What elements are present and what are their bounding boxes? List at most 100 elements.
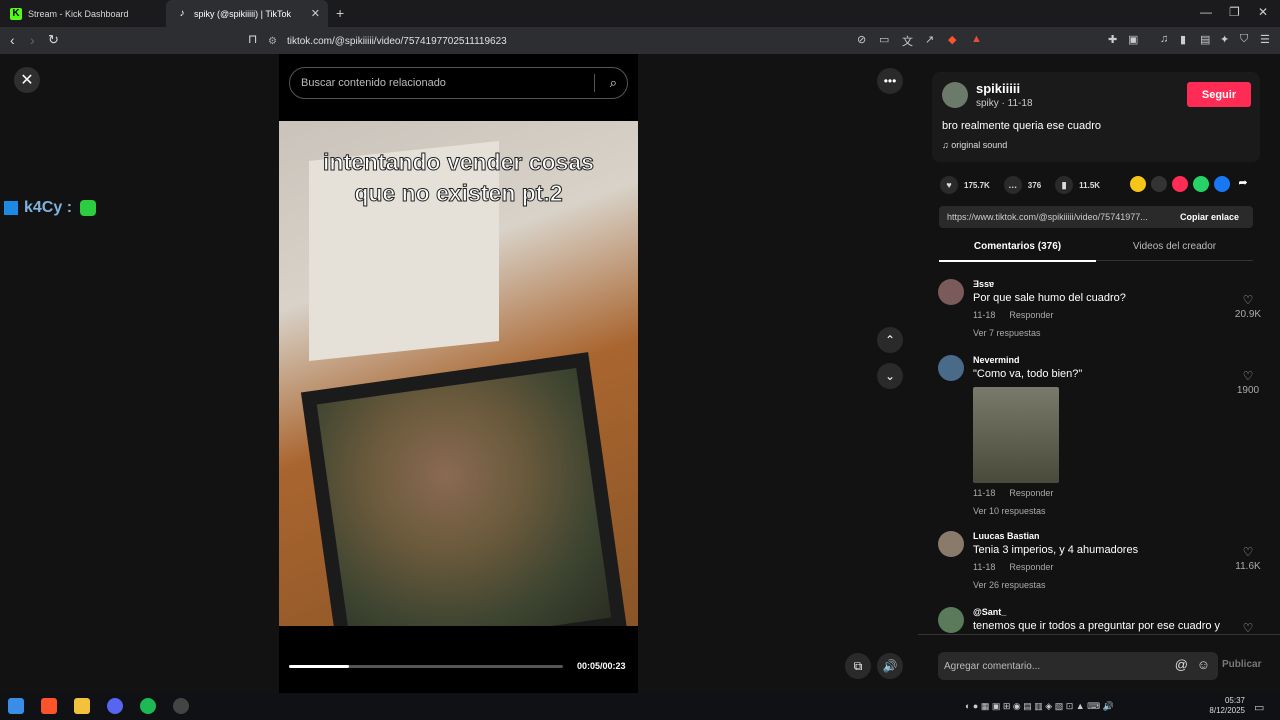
back-icon[interactable]: ‹	[10, 32, 15, 48]
media-icon[interactable]: ♫	[1160, 33, 1168, 45]
window-close-icon[interactable]: ✕	[1258, 5, 1268, 19]
save-button[interactable]: ▮ 11.5K	[1055, 176, 1100, 194]
close-tab-icon[interactable]: ✕	[311, 7, 320, 20]
whatsapp-icon[interactable]	[1193, 176, 1209, 192]
reload-icon[interactable]: ↻	[48, 32, 59, 48]
notifications-icon[interactable]: ▭	[1254, 701, 1264, 714]
close-video-button[interactable]: ✕	[14, 67, 40, 93]
extensions-icon[interactable]: ✚	[1108, 33, 1117, 46]
comment-item: Ǝssɐ Por que sale humo del cuadro? 11-18…	[938, 279, 1268, 339]
commenter-name[interactable]: Ǝssɐ	[973, 279, 994, 289]
comment-button[interactable]: … 376	[1003, 176, 1041, 194]
comment-input[interactable]: Agregar comentario... @ ☺	[938, 652, 1218, 680]
minimize-icon[interactable]: —	[1200, 5, 1212, 19]
copy-link-button[interactable]: Copiar enlace	[1174, 212, 1239, 222]
embed-icon[interactable]	[1151, 176, 1167, 192]
emoji-icon[interactable]: ☺	[1197, 657, 1210, 672]
tab-comments[interactable]: Comentarios (376)	[939, 241, 1096, 262]
comment-list: Ǝssɐ Por que sale humo del cuadro? 11-18…	[918, 269, 1280, 634]
stats-row: ♥ 175.7K … 376 ▮ 11.5K	[940, 176, 1114, 194]
search-input[interactable]: Buscar contenido relacionado ⌕	[289, 67, 628, 99]
follow-button[interactable]: Seguir	[1187, 82, 1251, 107]
reply-button[interactable]: Responder	[1009, 488, 1053, 498]
start-icon[interactable]	[8, 698, 24, 714]
comment-item: Nevermind "Como va, todo bien?" 11-18 Res…	[938, 355, 1268, 516]
publish-button[interactable]: Publicar	[1222, 659, 1261, 670]
wallet-icon[interactable]: ▤	[1200, 33, 1210, 46]
discord-app-icon[interactable]	[107, 698, 123, 714]
comment-image[interactable]	[973, 387, 1059, 483]
repost-icon[interactable]	[1130, 176, 1146, 192]
commenter-name[interactable]: @Sant_	[973, 607, 1006, 617]
tab-label: Stream - Kick Dashboard	[28, 8, 129, 19]
more-share-icon[interactable]: ➦	[1235, 176, 1251, 192]
screenshot-icon[interactable]: ▣	[1128, 33, 1138, 46]
video-player[interactable]: intentando vender cosas que no existen p…	[279, 121, 638, 626]
forward-icon[interactable]: ›	[30, 32, 35, 48]
right-panel: spikiiiii spiky · 11-18 Seguir bro realm…	[918, 54, 1280, 693]
commenter-avatar[interactable]	[938, 355, 964, 381]
reply-button[interactable]: Responder	[1009, 562, 1053, 572]
taskbar: ◐ ● ▦ ▣ ⊞ ◉ ▤ ▥ ◈ ▧ ⊡ ▲ ⌨ 🔊 05:37 8/12/2…	[0, 693, 1280, 720]
brave-app-icon[interactable]	[41, 698, 57, 714]
file-explorer-icon[interactable]	[74, 698, 90, 714]
commenter-avatar[interactable]	[938, 531, 964, 557]
creator-username[interactable]: spikiiiii	[976, 81, 1020, 96]
cast-icon[interactable]: ▭	[879, 33, 889, 46]
sidebar-icon[interactable]: ▮	[1180, 33, 1186, 46]
comment-date: 11-18	[973, 310, 996, 320]
facebook-icon[interactable]	[1214, 176, 1230, 192]
comment-like[interactable]: ♡ 11.6K	[1228, 545, 1268, 572]
comment-like[interactable]: ♡ 20.9K	[1228, 293, 1268, 320]
menu-icon[interactable]: ☰	[1260, 33, 1270, 46]
restore-icon[interactable]: ❐	[1229, 5, 1240, 19]
comment-placeholder: Agregar comentario...	[944, 660, 1041, 672]
next-video-button[interactable]: ⌄	[877, 363, 903, 389]
previous-video-button[interactable]: ⌃	[877, 327, 903, 353]
progress-bar[interactable]	[289, 665, 563, 668]
tab-tiktok[interactable]: ♪ spiky (@spikiiiii) | TikTok ✕	[166, 0, 328, 27]
new-tab-icon[interactable]: +	[336, 5, 344, 21]
mention-icon[interactable]: @	[1175, 657, 1188, 672]
like-button[interactable]: ♥ 175.7K	[940, 176, 990, 194]
creator-avatar[interactable]	[942, 82, 968, 108]
tab-kick-dashboard[interactable]: K Stream - Kick Dashboard	[0, 0, 165, 27]
send-icon[interactable]	[1172, 176, 1188, 192]
sound-link[interactable]: ♫ original sound	[942, 140, 1007, 150]
url-text: tiktok.com/@spikiiiii/video/757419770251…	[286, 35, 507, 47]
commenter-name[interactable]: Luucas Bastian	[973, 531, 1040, 541]
bookmark-icon: ▮	[1055, 176, 1074, 194]
brave-shield-icon[interactable]: ◆	[948, 33, 956, 46]
view-replies-button[interactable]: Ver 26 respuestas	[973, 580, 1046, 590]
system-clock[interactable]: 05:37 8/12/2025	[1199, 696, 1245, 716]
commenter-avatar[interactable]	[938, 279, 964, 305]
vpn-icon[interactable]: ⛉	[1240, 33, 1248, 46]
panel-tabs: Comentarios (376) Videos del creador	[939, 234, 1253, 262]
comment-composer: Agregar comentario... @ ☺ Publicar	[918, 634, 1280, 693]
view-replies-button[interactable]: Ver 10 respuestas	[973, 506, 1046, 516]
pip-button[interactable]: ⧉	[845, 653, 871, 679]
site-info-icon[interactable]: ⚙	[268, 36, 277, 47]
brave-rewards-icon[interactable]: ▲	[971, 33, 982, 45]
clock-time: 05:37	[1224, 696, 1245, 705]
translate-icon[interactable]: 文	[902, 33, 913, 49]
view-replies-button[interactable]: Ver 7 respuestas	[973, 328, 1041, 338]
tray-icons[interactable]: ◐ ● ▦ ▣ ⊞ ◉ ▤ ▥ ◈ ▧ ⊡ ▲ ⌨ 🔊	[965, 701, 1114, 712]
no-tracking-icon[interactable]: ⊘	[857, 33, 866, 46]
comment-like[interactable]: ♡	[1228, 621, 1268, 634]
obs-app-icon[interactable]	[173, 698, 189, 714]
commenter-avatar[interactable]	[938, 607, 964, 633]
bookmark-icon[interactable]: ⊓	[248, 32, 257, 46]
video-link[interactable]: https://www.tiktok.com/@spikiiiii/video/…	[939, 212, 1174, 222]
tab-creator-videos[interactable]: Videos del creador	[1096, 241, 1253, 252]
comment-item: Luucas Bastian Tenia 3 imperios, y 4 ahu…	[938, 531, 1268, 591]
search-icon[interactable]: ⌕	[610, 75, 617, 91]
comment-like[interactable]: ♡ 1900	[1228, 369, 1268, 396]
more-options-button[interactable]: •••	[877, 68, 903, 94]
leo-icon[interactable]: ✦	[1220, 33, 1229, 46]
volume-button[interactable]: 🔊	[877, 653, 903, 679]
share-icon[interactable]: ↗	[925, 33, 934, 46]
commenter-name[interactable]: Nevermind	[973, 355, 1020, 365]
spotify-app-icon[interactable]	[140, 698, 156, 714]
reply-button[interactable]: Responder	[1009, 310, 1053, 320]
